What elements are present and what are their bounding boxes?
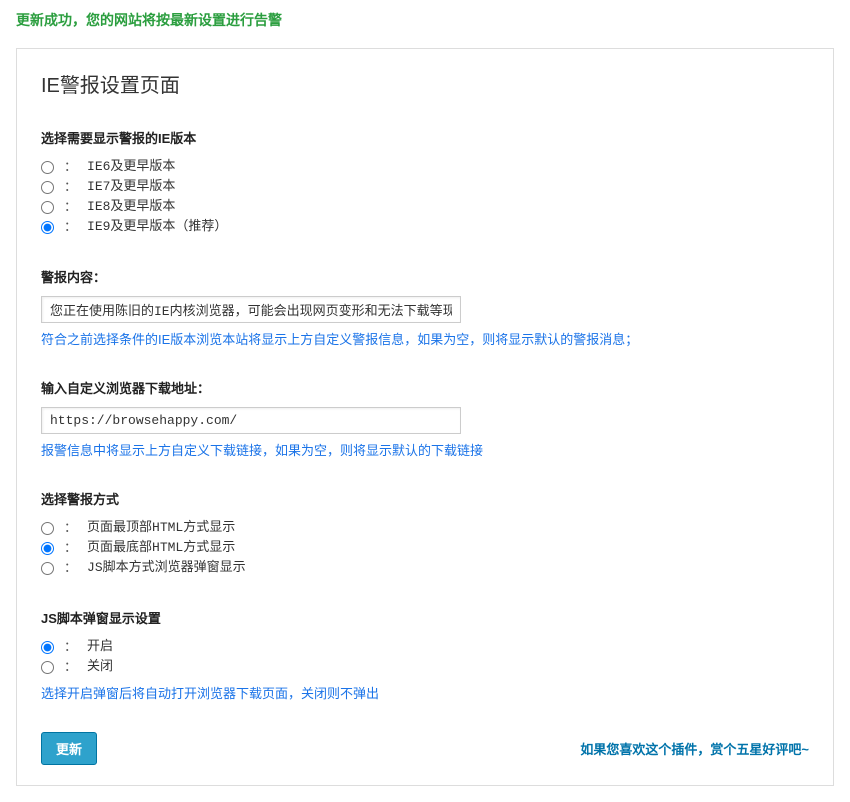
js-popup-radio-1[interactable] [41,661,54,674]
ie-version-option-2[interactable]: ： IE8及更早版本 [41,197,809,217]
colon: ： [64,157,77,177]
alert-method-option-label-2: JS脚本方式浏览器弹窗显示 [87,558,246,578]
ie-version-radio-group: ： IE6及更早版本 ： IE7及更早版本 ： IE8及更早版本 ： IE9及更… [41,157,809,237]
ie-version-radio-1[interactable] [41,181,54,194]
ie-version-option-label-2: IE8及更早版本 [87,197,175,217]
ie-version-radio-2[interactable] [41,201,54,214]
ie-version-option-0[interactable]: ： IE6及更早版本 [41,157,809,177]
alert-method-option-0[interactable]: ： 页面最顶部HTML方式显示 [41,518,809,538]
ie-version-option-label-0: IE6及更早版本 [87,157,175,177]
ie-version-label: 选择需要显示警报的IE版本 [41,128,809,147]
js-popup-option-0[interactable]: ： 开启 [41,637,809,657]
js-popup-option-1[interactable]: ： 关闭 [41,657,809,677]
colon: ： [64,197,77,217]
colon: ： [64,538,77,558]
alert-method-option-2[interactable]: ： JS脚本方式浏览器弹窗显示 [41,558,809,578]
js-popup-help: 选择开启弹窗后将自动打开浏览器下载页面，关闭则不弹出 [41,683,809,702]
js-popup-radio-group: ： 开启 ： 关闭 [41,637,809,677]
ie-version-option-label-3: IE9及更早版本（推荐） [87,217,227,237]
colon: ： [64,217,77,237]
js-popup-option-label-1: 关闭 [87,657,113,677]
download-url-section: 输入自定义浏览器下载地址： 报警信息中将显示上方自定义下载链接，如果为空，则将显… [41,378,809,459]
alert-content-label: 警报内容： [41,267,809,286]
colon: ： [64,657,77,677]
download-url-input[interactable] [41,407,461,434]
colon: ： [64,177,77,197]
js-popup-label: JS脚本弹窗显示设置 [41,608,809,627]
alert-method-option-1[interactable]: ： 页面最底部HTML方式显示 [41,538,809,558]
rate-plugin-link[interactable]: 如果您喜欢这个插件，赏个五星好评吧~ [580,739,809,758]
ie-version-option-1[interactable]: ： IE7及更早版本 [41,177,809,197]
alert-method-radio-1[interactable] [41,542,54,555]
alert-content-input[interactable] [41,296,461,323]
js-popup-section: JS脚本弹窗显示设置 ： 开启 ： 关闭 选择开启弹窗后将自动打开浏览器下载页面… [41,608,809,702]
colon: ： [64,518,77,538]
alert-method-option-label-1: 页面最底部HTML方式显示 [87,538,235,558]
alert-method-label: 选择警报方式 [41,489,809,508]
alert-method-radio-0[interactable] [41,522,54,535]
update-button[interactable]: 更新 [41,732,97,765]
alert-method-radio-group: ： 页面最顶部HTML方式显示 ： 页面最底部HTML方式显示 ： JS脚本方式… [41,518,809,578]
settings-panel: IE警报设置页面 选择需要显示警报的IE版本 ： IE6及更早版本 ： IE7及… [16,48,834,786]
alert-content-help: 符合之前选择条件的IE版本浏览本站将显示上方自定义警报信息，如果为空，则将显示默… [41,329,809,348]
ie-version-option-3[interactable]: ： IE9及更早版本（推荐） [41,217,809,237]
ie-version-radio-3[interactable] [41,221,54,234]
page-title: IE警报设置页面 [41,69,809,98]
ie-version-section: 选择需要显示警报的IE版本 ： IE6及更早版本 ： IE7及更早版本 ： IE… [41,128,809,237]
ie-version-option-label-1: IE7及更早版本 [87,177,175,197]
colon: ： [64,558,77,578]
alert-method-radio-2[interactable] [41,562,54,575]
footer-row: 更新 如果您喜欢这个插件，赏个五星好评吧~ [41,732,809,765]
alert-method-section: 选择警报方式 ： 页面最顶部HTML方式显示 ： 页面最底部HTML方式显示 ：… [41,489,809,578]
ie-version-radio-0[interactable] [41,161,54,174]
download-url-label: 输入自定义浏览器下载地址： [41,378,809,397]
success-message: 更新成功，您的网站将按最新设置进行告警 [0,0,850,40]
download-url-help: 报警信息中将显示上方自定义下载链接，如果为空，则将显示默认的下载链接 [41,440,809,459]
alert-method-option-label-0: 页面最顶部HTML方式显示 [87,518,235,538]
js-popup-radio-0[interactable] [41,641,54,654]
colon: ： [64,637,77,657]
js-popup-option-label-0: 开启 [87,637,113,657]
alert-content-section: 警报内容： 符合之前选择条件的IE版本浏览本站将显示上方自定义警报信息，如果为空… [41,267,809,348]
